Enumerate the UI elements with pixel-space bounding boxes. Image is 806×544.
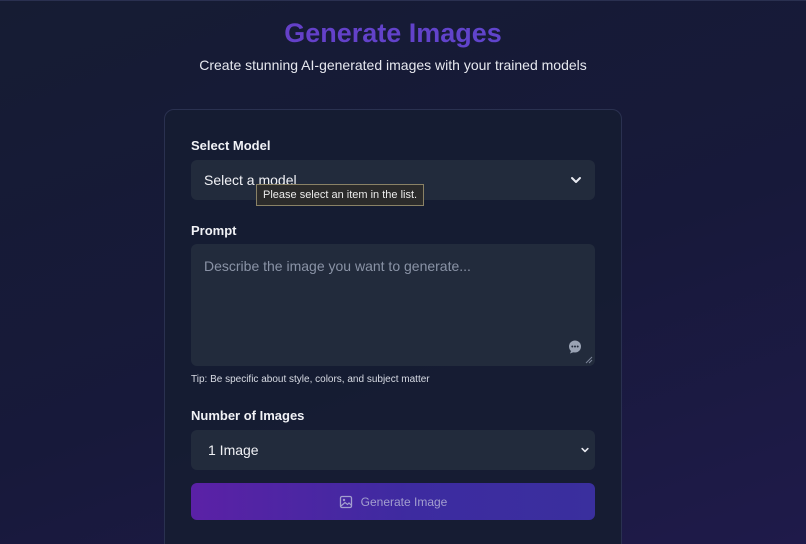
- chevron-down-icon: [571, 177, 581, 183]
- validation-tooltip: Please select an item in the list.: [256, 184, 425, 206]
- chat-bubble-icon[interactable]: [568, 340, 582, 354]
- resize-handle[interactable]: [585, 356, 593, 364]
- top-border: [0, 0, 806, 1]
- image-count-value: 1 Image: [208, 442, 259, 458]
- image-count-label: Number of Images: [191, 408, 305, 423]
- prompt-tip: Tip: Be specific about style, colors, an…: [191, 374, 430, 385]
- page-title: Generate Images: [0, 18, 786, 49]
- prompt-placeholder: Describe the image you want to generate.…: [204, 258, 471, 274]
- image-icon: [339, 495, 352, 508]
- prompt-textarea[interactable]: Describe the image you want to generate.…: [191, 244, 595, 366]
- generate-image-button[interactable]: Generate Image: [191, 483, 595, 520]
- prompt-label: Prompt: [191, 223, 237, 238]
- generate-button-label: Generate Image: [360, 494, 448, 509]
- image-count-select[interactable]: 1 Image: [191, 430, 595, 470]
- page-subtitle: Create stunning AI-generated images with…: [199, 57, 587, 73]
- model-label: Select Model: [191, 138, 271, 153]
- chevron-down-icon: [581, 447, 589, 453]
